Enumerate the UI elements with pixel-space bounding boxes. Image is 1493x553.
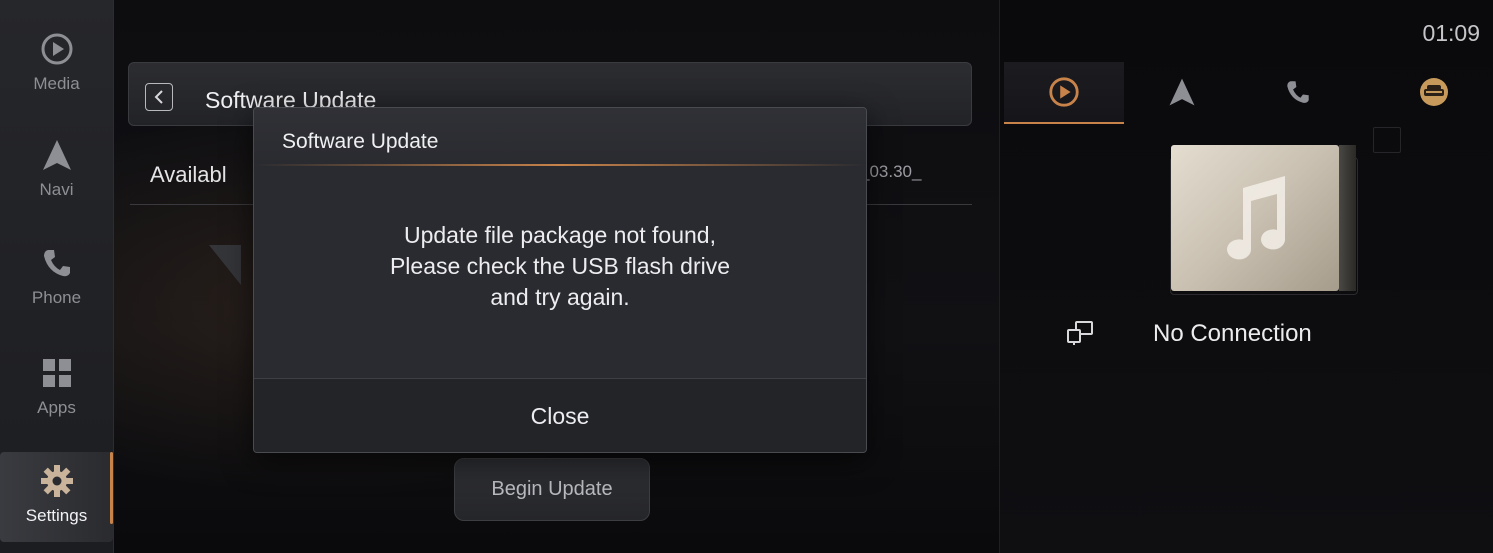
clock: 01:09 [1422, 20, 1480, 46]
dialog-message-line: and try again. [490, 284, 630, 310]
sidebar-item-settings[interactable]: Settings [0, 452, 113, 542]
sidebar-item-label: Navi [39, 180, 74, 199]
tab-media[interactable] [1004, 62, 1124, 124]
left-sidebar: Media Navi Phone Apps Settings [0, 0, 114, 553]
navigation-arrow-icon [1169, 78, 1195, 106]
album-edge [1339, 145, 1356, 291]
disconnected-device-icon [1066, 320, 1094, 351]
decorative-shape [209, 245, 241, 285]
back-button[interactable] [145, 83, 173, 111]
close-button[interactable]: Close [254, 378, 866, 452]
album-art [1171, 145, 1339, 291]
begin-update-button[interactable]: Begin Update [454, 458, 650, 521]
music-note-icon [1227, 176, 1285, 260]
sidebar-item-label: Media [33, 74, 80, 93]
play-circle-icon [39, 28, 75, 70]
sidebar-item-navi[interactable]: Navi [0, 134, 113, 234]
sidebar-item-apps[interactable]: Apps [0, 352, 113, 452]
tab-vehicle[interactable] [1374, 62, 1493, 122]
chevron-left-icon [154, 90, 163, 104]
available-version-label: Availabl [150, 162, 227, 187]
navigation-arrow-icon [39, 134, 75, 176]
active-indicator [110, 452, 113, 524]
tab-phone[interactable] [1238, 62, 1358, 122]
car-icon [1420, 78, 1448, 106]
dialog-title: Software Update [282, 130, 439, 153]
phone-icon [1287, 81, 1309, 103]
dialog-header: Software Update [254, 108, 866, 164]
error-dialog: Software Update Update file package not … [253, 107, 867, 453]
gear-icon [40, 460, 74, 502]
play-circle-icon [1049, 77, 1079, 107]
sidebar-item-label: Settings [25, 506, 88, 525]
version-value: _03.30_ [860, 162, 922, 181]
dialog-message: Update file package not found, Please ch… [254, 220, 866, 313]
sidebar-item-media[interactable]: Media [0, 28, 113, 128]
right-panel: 01:09 No Connection [999, 0, 1493, 553]
dialog-separator [254, 164, 866, 166]
phone-icon [40, 242, 74, 284]
connection-status: No Connection [1153, 320, 1312, 347]
sidebar-item-phone[interactable]: Phone [0, 242, 113, 342]
sidebar-item-label: Phone [31, 288, 82, 307]
apps-grid-icon [41, 352, 73, 394]
dialog-message-line: Please check the USB flash drive [389, 253, 731, 279]
dialog-message-line: Update file package not found, [403, 222, 716, 248]
tab-navi[interactable] [1122, 62, 1242, 122]
sidebar-item-label: Apps [37, 398, 76, 417]
decorative-square [1373, 127, 1401, 153]
